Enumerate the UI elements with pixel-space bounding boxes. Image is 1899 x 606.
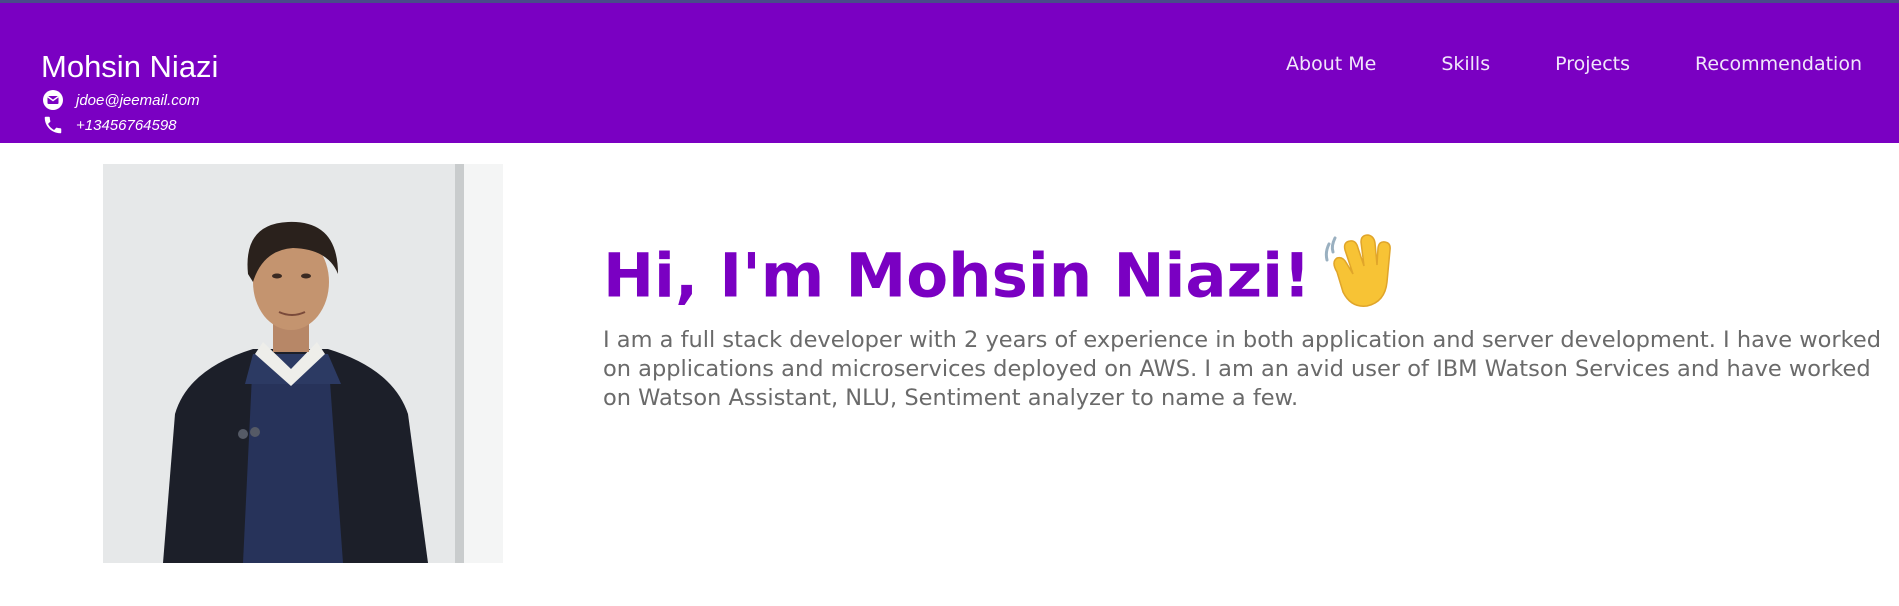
nav-projects[interactable]: Projects	[1555, 51, 1630, 77]
site-header: Mohsin Niazi jdoe@jeemail.com +134567645…	[0, 3, 1899, 143]
contact-email[interactable]: jdoe@jeemail.com	[41, 88, 200, 112]
email-text[interactable]: jdoe@jeemail.com	[76, 92, 200, 109]
hero-bio: I am a full stack developer with 2 years…	[603, 327, 1881, 411]
waving-hand-icon	[1323, 232, 1395, 328]
contact-phone[interactable]: +13456764598	[41, 113, 177, 137]
phone-icon	[41, 113, 65, 137]
hero-greeting: Hi, I'm Mohsin Niazi!	[603, 232, 1395, 328]
email-icon	[41, 88, 65, 112]
nav-about-me[interactable]: About Me	[1286, 51, 1376, 77]
nav-recommendation[interactable]: Recommendation	[1695, 51, 1862, 77]
profile-photo	[103, 164, 503, 563]
nav-skills[interactable]: Skills	[1441, 51, 1490, 77]
site-name: Mohsin Niazi	[41, 49, 219, 84]
hero-greeting-text: Hi, I'm Mohsin Niazi!	[603, 240, 1311, 312]
main-nav: About Me Skills Projects Recommendation	[1221, 51, 1862, 77]
phone-text[interactable]: +13456764598	[76, 117, 177, 134]
